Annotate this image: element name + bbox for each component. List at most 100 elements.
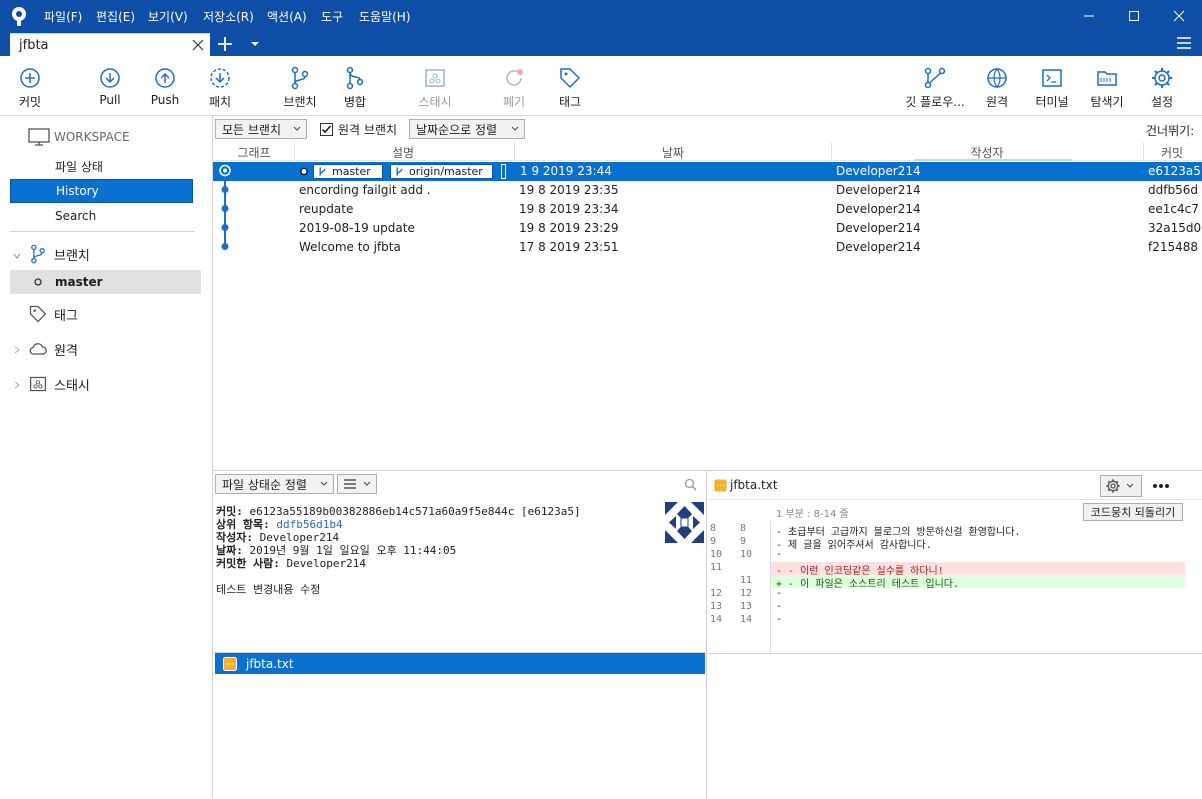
- checkbox-checked-icon: [320, 123, 333, 136]
- explorer-button[interactable]: 탐색기: [1085, 56, 1129, 116]
- branches-label: 브랜치: [54, 248, 90, 264]
- commit-row[interactable]: 2019-08-19 update 19 8 2019 23:29 Develo…: [213, 219, 1202, 238]
- sidebar-item-file-status[interactable]: 파일 상태: [10, 154, 193, 178]
- terminal-label: 터미널: [1035, 95, 1069, 109]
- remote-branch-checkbox[interactable]: 원격 브랜치: [320, 121, 397, 138]
- column-graph[interactable]: 그래프: [229, 144, 279, 161]
- sidebar-item-branch-master[interactable]: master: [10, 270, 201, 294]
- commit-description: Welcome to jfbta: [299, 240, 401, 254]
- file-sort-dropdown[interactable]: 파일 상태순 정렬: [215, 474, 334, 494]
- commit-button[interactable]: 커밋: [8, 56, 52, 116]
- discard-button[interactable]: 폐기: [492, 56, 536, 116]
- new-line-number: 13: [740, 601, 753, 612]
- graph-node: [221, 186, 229, 193]
- remotes-header[interactable]: 원격: [28, 338, 78, 360]
- menu-tools[interactable]: 도구: [321, 8, 343, 25]
- divider: [708, 499, 1202, 500]
- menu-edit[interactable]: 편집(E): [96, 8, 135, 25]
- branch-button[interactable]: 브랜치: [278, 56, 322, 116]
- tag-button[interactable]: 태그: [548, 56, 592, 116]
- chevron-right-icon[interactable]: [13, 381, 21, 389]
- menu-actions[interactable]: 액션(A): [267, 8, 307, 25]
- branch-filter-dropdown[interactable]: 모든 브랜치: [215, 119, 307, 139]
- commit-hash: ddfb56d: [1148, 183, 1198, 197]
- commit-row[interactable]: master origin/master 1 9 2019 23:44 Deve…: [213, 162, 1202, 181]
- stashes-header[interactable]: 스태시: [28, 373, 90, 395]
- sort-value: 날짜순으로 정렬: [416, 122, 498, 137]
- workspace-header: WORKSPACE: [28, 126, 130, 148]
- commit-author: Developer214: [836, 221, 921, 235]
- menu-help[interactable]: 도움말(H): [359, 8, 411, 25]
- merge-button[interactable]: 병합: [333, 56, 377, 116]
- tag-icon: [560, 68, 581, 89]
- sidebar-item-search[interactable]: Search: [10, 204, 193, 228]
- view-mode-dropdown[interactable]: [337, 474, 377, 494]
- remote-button[interactable]: 원격: [975, 56, 1019, 116]
- hamburger-menu-icon[interactable]: [1176, 36, 1192, 50]
- branch-icon: [319, 167, 326, 176]
- push-label: Push: [150, 93, 180, 107]
- commit-row[interactable]: encording failgit add . 19 8 2019 23:35 …: [213, 181, 1202, 200]
- column-date[interactable]: 날짜: [633, 144, 713, 161]
- diff-line: 13 13 -: [708, 601, 1202, 614]
- menu-view[interactable]: 보기(V): [148, 8, 188, 25]
- push-icon: [155, 68, 175, 88]
- file-list-item[interactable]: jfbta.txt: [215, 653, 705, 674]
- chevron-down-icon[interactable]: [249, 38, 261, 50]
- maximize-button[interactable]: [1111, 0, 1157, 32]
- add-tab-icon[interactable]: [216, 35, 234, 53]
- maximize-icon: [1129, 11, 1139, 21]
- diff-line: 12 12 -: [708, 588, 1202, 601]
- chevron-right-icon[interactable]: [13, 346, 21, 354]
- column-description[interactable]: 설명: [363, 144, 443, 161]
- tab-repository[interactable]: jfbta: [10, 33, 210, 56]
- commit-author: Developer214: [836, 240, 921, 254]
- minimize-button[interactable]: [1066, 0, 1112, 32]
- chevron-down-icon: [320, 481, 328, 486]
- commit-row[interactable]: reupdate 19 8 2019 23:34 Developer214 ee…: [213, 200, 1202, 219]
- globe-icon: [987, 68, 1007, 88]
- terminal-button[interactable]: 터미널: [1030, 56, 1074, 116]
- diff-file-name: jfbta.txt: [730, 478, 778, 492]
- chevron-down-icon: [363, 481, 371, 486]
- current-branch-icon: [34, 278, 42, 286]
- tags-label: 태그: [54, 308, 78, 324]
- settings-button[interactable]: 설정: [1140, 56, 1184, 116]
- patch-button[interactable]: 패치: [198, 56, 242, 116]
- chevron-down-icon: [293, 126, 301, 131]
- tags-header[interactable]: 태그: [28, 303, 78, 325]
- push-button[interactable]: Push: [143, 56, 187, 116]
- avatar: [665, 502, 704, 543]
- workspace-label: WORKSPACE: [54, 130, 130, 144]
- branch-badge-label: origin/master: [409, 165, 483, 178]
- jump-to-label: 건너뛰기:: [1146, 124, 1195, 138]
- committer-label: 커밋한 사람:: [216, 557, 280, 570]
- sidebar-item-history[interactable]: History: [10, 179, 193, 203]
- close-icon[interactable]: [190, 37, 206, 53]
- more-options-icon[interactable]: [1152, 483, 1170, 489]
- diff-line: 99 - 제 글을 읽어주셔서 감사합니다.: [708, 536, 1202, 551]
- diff-options-dropdown[interactable]: [1100, 475, 1142, 497]
- stash-button[interactable]: 스태시: [410, 56, 460, 116]
- toolbar: 커밋 Pull Push 패치 브랜치 병합 스태시 폐기 태그 깃 플로우..…: [0, 56, 1202, 116]
- new-line-number: 12: [740, 588, 753, 599]
- menu-repository[interactable]: 저장소(R): [203, 8, 254, 25]
- search-icon[interactable]: [684, 478, 697, 491]
- close-icon: [1173, 10, 1185, 22]
- chevron-down-icon[interactable]: [13, 252, 21, 260]
- commit-row[interactable]: Welcome to jfbta 17 8 2019 23:51 Develop…: [213, 238, 1202, 257]
- sort-dropdown[interactable]: 날짜순으로 정렬: [409, 119, 525, 139]
- revert-hunk-button[interactable]: 코드뭉치 되돌리기: [1083, 503, 1183, 521]
- remote-branch-badge[interactable]: origin/master: [390, 164, 493, 179]
- column-commit[interactable]: 커밋: [1147, 144, 1197, 161]
- commit-graph: [219, 164, 231, 250]
- tag-icon: [29, 305, 47, 323]
- merge-icon: [346, 66, 364, 90]
- branch-badge[interactable]: master: [313, 164, 383, 179]
- branches-header[interactable]: 브랜치: [28, 243, 90, 265]
- git-flow-button[interactable]: 깃 플로우...: [900, 56, 970, 116]
- modified-file-icon: [714, 478, 727, 492]
- pull-button[interactable]: Pull: [88, 56, 132, 116]
- close-window-button[interactable]: [1156, 0, 1202, 32]
- menu-file[interactable]: 파일(F): [44, 8, 82, 25]
